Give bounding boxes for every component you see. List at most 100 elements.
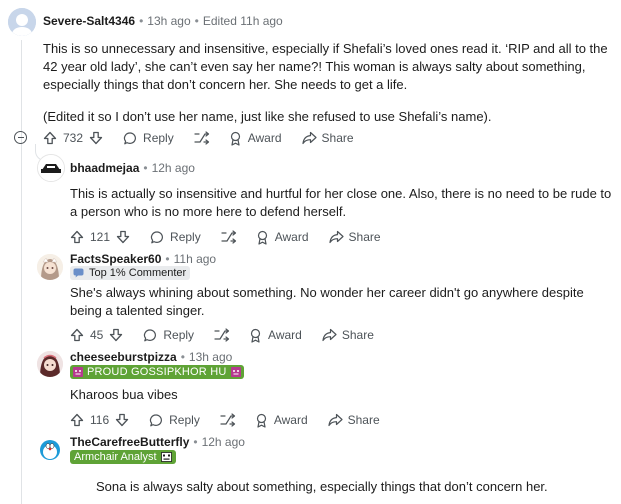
user-flair: Top 1% Commenter bbox=[70, 266, 191, 280]
downvote-button[interactable] bbox=[89, 131, 103, 145]
comment-actions: 116 Reply Award Share bbox=[70, 410, 380, 430]
award-button[interactable]: Award bbox=[255, 230, 309, 245]
upvote-icon bbox=[70, 413, 84, 427]
author-name[interactable]: bhaadmejaa bbox=[70, 161, 139, 175]
comment-body: Kharoos bua vibes bbox=[70, 386, 600, 404]
comment-paragraph: Sona is always salty about something, es… bbox=[96, 479, 548, 494]
award-button[interactable]: Award bbox=[248, 328, 302, 343]
user-avatar-icon bbox=[8, 8, 36, 36]
award-button[interactable]: Award bbox=[228, 131, 282, 146]
flair-emoji-icon bbox=[230, 367, 241, 377]
crosspost-button[interactable] bbox=[194, 131, 210, 145]
crosspost-icon bbox=[194, 131, 209, 145]
comment-meta: FactsSpeaker60 • 11h ago bbox=[70, 252, 217, 266]
avatar[interactable] bbox=[37, 437, 63, 463]
comment-meta: bhaadmejaa • 12h ago bbox=[70, 161, 195, 175]
user-flair: Armchair Analyst bbox=[70, 450, 176, 464]
vote-count: 121 bbox=[90, 230, 111, 244]
crosspost-button[interactable] bbox=[220, 413, 236, 427]
share-button[interactable]: Share bbox=[301, 131, 354, 145]
car-avatar-icon bbox=[38, 155, 64, 181]
crosspost-button[interactable] bbox=[214, 328, 230, 342]
doraemon-avatar-icon bbox=[37, 437, 63, 463]
flair-emoji-icon bbox=[73, 367, 83, 377]
crosspost-icon bbox=[214, 328, 230, 342]
share-button[interactable]: Share bbox=[328, 230, 381, 244]
comment-meta: TheCarefreeButterfly • 12h ago bbox=[70, 435, 245, 449]
avatar[interactable] bbox=[8, 8, 36, 36]
commenter-badge-icon bbox=[73, 268, 84, 278]
avatar[interactable] bbox=[37, 254, 63, 280]
crosspost-icon bbox=[220, 413, 235, 427]
award-button[interactable]: Award bbox=[254, 413, 308, 428]
downvote-button[interactable] bbox=[109, 328, 123, 342]
author-name[interactable]: cheeseeburstpizza bbox=[70, 350, 177, 364]
reply-button[interactable]: Reply bbox=[123, 131, 174, 146]
share-button[interactable]: Share bbox=[322, 328, 374, 342]
award-icon bbox=[256, 413, 266, 428]
comment-body: This is so unnecessary and insensitive, … bbox=[43, 40, 613, 126]
comment-actions: 732 Reply Award Share bbox=[43, 128, 354, 148]
timestamp: 12h ago bbox=[201, 435, 245, 449]
comment-body: She's always whining about something. No… bbox=[70, 284, 600, 320]
share-icon bbox=[328, 230, 344, 244]
award-icon bbox=[257, 230, 267, 245]
upvote-icon bbox=[70, 230, 84, 244]
reply-icon bbox=[150, 413, 163, 426]
award-icon bbox=[230, 131, 240, 146]
flair-emoji-icon bbox=[160, 452, 172, 462]
edited-label: Edited 11h ago bbox=[202, 14, 283, 28]
reply-icon bbox=[123, 131, 136, 144]
reply-button[interactable]: Reply bbox=[143, 328, 194, 343]
reply-icon bbox=[144, 328, 157, 341]
upvote-button[interactable] bbox=[43, 131, 57, 145]
upvote-button[interactable] bbox=[70, 230, 84, 244]
comment-body: Sona is always salty about something, es… bbox=[96, 478, 611, 496]
vote-count: 45 bbox=[90, 328, 104, 342]
comment-paragraph: This is actually so insensitive and hurt… bbox=[70, 186, 612, 219]
upvote-button[interactable] bbox=[70, 413, 84, 427]
collapse-thread-button[interactable] bbox=[14, 131, 27, 144]
avatar[interactable] bbox=[37, 351, 63, 377]
downvote-icon bbox=[116, 230, 130, 244]
comment-paragraph: She's always whining about something. No… bbox=[70, 285, 584, 318]
author-name[interactable]: FactsSpeaker60 bbox=[70, 252, 161, 266]
reply-button[interactable]: Reply bbox=[150, 230, 201, 245]
crosspost-button[interactable] bbox=[221, 230, 237, 244]
vote-count: 732 bbox=[63, 131, 84, 145]
upvote-icon bbox=[43, 131, 57, 145]
timestamp: 12h ago bbox=[151, 161, 195, 175]
downvote-button[interactable] bbox=[116, 230, 130, 244]
reply-button[interactable]: Reply bbox=[149, 413, 200, 428]
downvote-icon bbox=[89, 131, 103, 145]
timestamp: 11h ago bbox=[173, 252, 217, 266]
share-icon bbox=[328, 413, 343, 427]
comment-paragraph: This is so unnecessary and insensitive, … bbox=[43, 41, 608, 92]
avatar[interactable] bbox=[37, 154, 65, 182]
comment-meta: Severe-Salt4346 • 13h ago • Edited 11h a… bbox=[43, 14, 283, 28]
author-name[interactable]: Severe-Salt4346 bbox=[43, 14, 135, 28]
reply-icon bbox=[150, 230, 163, 243]
downvote-icon bbox=[115, 413, 129, 427]
award-icon bbox=[250, 328, 261, 343]
timestamp: 13h ago bbox=[188, 350, 233, 364]
comment-actions: 121 Reply Award Share bbox=[70, 227, 381, 247]
comment-body: This is actually so insensitive and hurt… bbox=[70, 185, 615, 221]
share-icon bbox=[322, 328, 337, 342]
comment-paragraph: Kharoos bua vibes bbox=[70, 387, 178, 402]
comment-meta: cheeseeburstpizza • 13h ago bbox=[70, 350, 233, 364]
user-flair: PROUD GOSSIPKHOR HU bbox=[70, 365, 244, 379]
downvote-icon bbox=[110, 328, 123, 342]
share-icon bbox=[301, 131, 317, 145]
crosspost-icon bbox=[221, 230, 236, 244]
share-button[interactable]: Share bbox=[328, 413, 380, 427]
upvote-button[interactable] bbox=[70, 328, 84, 342]
vote-count: 116 bbox=[90, 413, 110, 427]
anime-avatar-icon bbox=[37, 254, 63, 280]
upvote-icon bbox=[70, 328, 84, 342]
comment-paragraph: (Edited it so I don’t use her name, just… bbox=[43, 109, 492, 124]
thread-line-root bbox=[21, 40, 22, 504]
author-name[interactable]: TheCarefreeButterfly bbox=[70, 435, 189, 449]
timestamp: 13h ago bbox=[147, 14, 191, 28]
downvote-button[interactable] bbox=[115, 413, 129, 427]
